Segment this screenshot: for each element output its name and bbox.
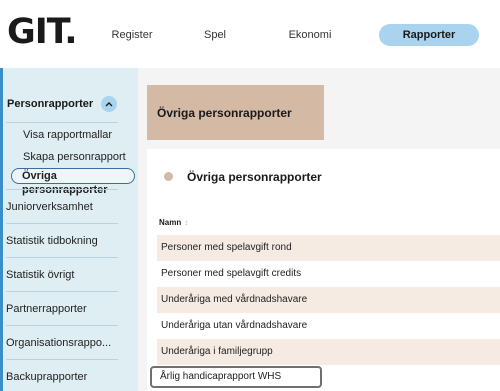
divider [6, 189, 118, 190]
table-row[interactable]: Årlig handicaprapport WHS [150, 366, 322, 388]
divider [6, 291, 118, 292]
top-header: GIT. Register Spel Ekonomi Rapporter [0, 0, 500, 68]
table-row[interactable]: Underåriga i familjegrupp [157, 339, 500, 365]
divider [6, 122, 118, 123]
sidebar-item-statistik-ovrigt[interactable]: Statistik övrigt [6, 269, 128, 281]
git-logo[interactable]: GIT. [7, 12, 78, 52]
divider [6, 359, 118, 360]
divider [6, 325, 118, 326]
page-banner: Övriga personrapporter [147, 85, 324, 140]
sidebar-item-statistik-tidbokning[interactable]: Statistik tidbokning [6, 235, 128, 247]
sidebar-section-label: Personrapporter [7, 98, 94, 110]
card-title: Övriga personrapporter [187, 170, 322, 184]
sidebar-section-personrapporter[interactable]: Personrapporter [7, 93, 131, 115]
nav-ekonomi[interactable]: Ekonomi [270, 24, 350, 46]
nav-register[interactable]: Register [104, 24, 160, 46]
chevron-up-icon [105, 102, 113, 107]
sidebar-item-juniorverksamhet[interactable]: Juniorverksamhet [6, 201, 128, 213]
bullet-dot-icon [164, 172, 173, 181]
sidebar-subitem-ovriga-personrapporter[interactable]: Övriga personrapporter [11, 168, 135, 196]
collapse-button[interactable] [101, 96, 117, 112]
sidebar-accent-bar [0, 68, 3, 391]
sidebar-subitem-visa-rapportmallar[interactable]: Visa rapportmallar [23, 129, 112, 141]
sidebar: Personrapporter Visa rapportmallar Skapa… [0, 68, 138, 391]
table-row[interactable]: Personer med spelavgift credits [157, 261, 500, 287]
page-title: Övriga personrapporter [157, 106, 292, 120]
sidebar-subitem-skapa-personrapport[interactable]: Skapa personrapport [23, 151, 126, 163]
column-header-namn[interactable]: Namn ↕ [159, 218, 188, 227]
main-content: Övriga personrapporter Övriga personrapp… [138, 68, 500, 391]
table-row[interactable]: Underåriga med vårdnadshavare [157, 287, 500, 313]
divider [6, 223, 118, 224]
nav-spel[interactable]: Spel [190, 24, 240, 46]
reports-card: Övriga personrapporter Namn ↕ Personer me… [147, 149, 500, 391]
sidebar-item-organisationsrapporter[interactable]: Organisationsrappo... [6, 337, 128, 349]
table-row[interactable]: Personer med spelavgift rond [157, 235, 500, 261]
sort-icon: ↕ [184, 218, 189, 227]
table-row[interactable]: Underåriga utan vårdnadshavare [157, 313, 500, 339]
sidebar-item-backuprapporter[interactable]: Backuprapporter [6, 371, 128, 383]
column-header-label: Namn [159, 218, 182, 227]
divider [6, 257, 118, 258]
sidebar-item-partnerrapporter[interactable]: Partnerrapporter [6, 303, 128, 315]
nav-rapporter[interactable]: Rapporter [379, 24, 479, 46]
